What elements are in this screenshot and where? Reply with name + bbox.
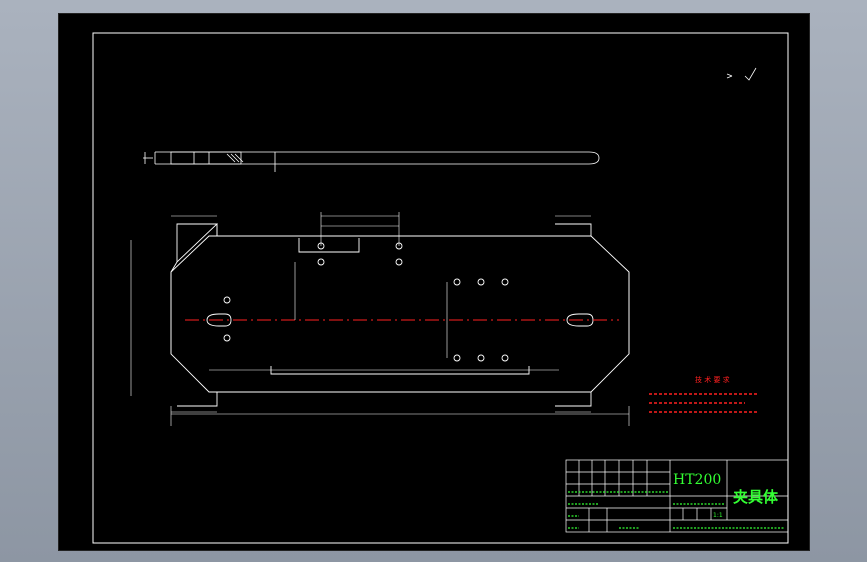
surface-finish-symbol <box>726 67 757 81</box>
material-label: HT200 <box>673 472 721 488</box>
drawing-canvas[interactable]: 技 术 要 求 HT200 夹具体 1:1 <box>58 13 810 551</box>
tech-requirements-title: 技 术 要 求 <box>695 375 730 384</box>
plate-outline <box>170 223 630 407</box>
scale-label: 1:1 <box>713 512 723 519</box>
side-view <box>143 151 600 172</box>
cad-viewport: 技 术 要 求 HT200 夹具体 1:1 <box>0 0 867 562</box>
tech-requirements-block: 技 术 要 求 <box>649 375 759 413</box>
drawing-border <box>92 32 789 544</box>
drawing-svg: 技 术 要 求 HT200 夹具体 1:1 <box>92 32 789 544</box>
part-name-label: 夹具体 <box>733 488 779 506</box>
holes <box>223 242 509 362</box>
dimension-lines <box>130 212 630 426</box>
